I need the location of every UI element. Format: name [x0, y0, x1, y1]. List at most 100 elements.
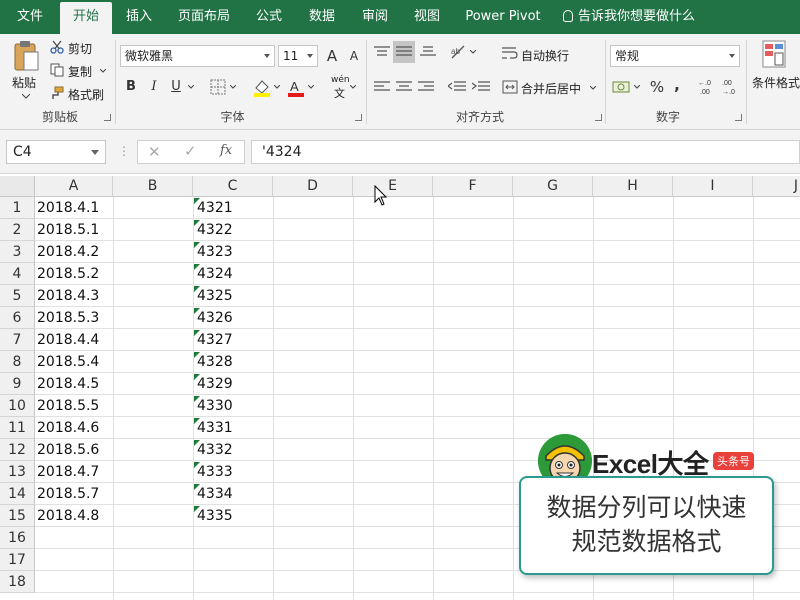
percent-button[interactable]: % — [646, 76, 668, 98]
comma-button[interactable]: , — [666, 74, 688, 96]
cell-a2[interactable]: 2018.5.1 — [35, 219, 99, 241]
row-header[interactable]: 14 — [0, 483, 35, 505]
clipboard-launcher-icon[interactable] — [104, 114, 111, 121]
column-header-c[interactable]: C — [193, 176, 273, 197]
column-header-b[interactable]: B — [113, 176, 193, 197]
cell-a3[interactable]: 2018.4.2 — [35, 241, 99, 263]
enter-icon[interactable]: ✓ — [184, 142, 197, 160]
row-header[interactable]: 17 — [0, 549, 35, 571]
cell-c10[interactable]: 4330 — [195, 395, 233, 417]
row-header[interactable]: 5 — [0, 285, 35, 307]
row-header[interactable]: 18 — [0, 571, 35, 593]
chevron-down-icon[interactable] — [188, 85, 194, 89]
cell-c3[interactable]: 4323 — [195, 241, 233, 263]
cell-a5[interactable]: 2018.4.3 — [35, 285, 99, 307]
align-right-icon[interactable] — [418, 81, 434, 93]
italic-button[interactable]: I — [143, 76, 165, 98]
borders-icon[interactable] — [210, 79, 226, 95]
formula-input[interactable]: '4324 — [251, 140, 800, 164]
chevron-down-icon[interactable] — [350, 85, 356, 89]
cell-c8[interactable]: 4328 — [195, 351, 233, 373]
paste-label[interactable]: 粘贴 — [12, 74, 36, 91]
column-header-i[interactable]: I — [673, 176, 753, 197]
chevron-down-icon[interactable] — [22, 94, 30, 100]
number-format-select[interactable]: 常规 — [610, 45, 740, 67]
cell-a14[interactable]: 2018.5.7 — [35, 483, 99, 505]
cell-a15[interactable]: 2018.4.8 — [35, 505, 99, 527]
column-header-a[interactable]: A — [35, 176, 113, 197]
font-launcher-icon[interactable] — [355, 114, 362, 121]
chevron-down-icon[interactable] — [634, 85, 640, 89]
cell-c4[interactable]: 4324 — [195, 263, 233, 285]
column-header-h[interactable]: H — [593, 176, 673, 197]
increase-indent-icon[interactable] — [472, 81, 490, 93]
select-all-corner[interactable] — [0, 176, 35, 197]
align-center-icon[interactable] — [396, 81, 412, 93]
cell-a11[interactable]: 2018.4.6 — [35, 417, 99, 439]
format-painter-icon[interactable] — [50, 86, 64, 100]
insert-function-icon[interactable]: fx — [220, 143, 232, 158]
cut-label[interactable]: 剪切 — [68, 40, 92, 57]
merge-center-icon[interactable] — [502, 80, 518, 94]
row-header[interactable]: 3 — [0, 241, 35, 263]
tab-view[interactable]: 视图 — [404, 0, 450, 34]
tell-me-box[interactable]: 告诉我你想要做什么 — [563, 0, 695, 34]
font-name-select[interactable]: 微软雅黑 — [120, 45, 275, 67]
cell-c6[interactable]: 4326 — [195, 307, 233, 329]
chevron-down-icon[interactable] — [100, 69, 106, 73]
cell-c7[interactable]: 4327 — [195, 329, 233, 351]
phonetic-wen[interactable]: wén — [331, 75, 350, 85]
cell-a9[interactable]: 2018.4.5 — [35, 373, 99, 395]
row-header[interactable]: 10 — [0, 395, 35, 417]
row-header[interactable]: 2 — [0, 219, 35, 241]
chevron-down-icon[interactable] — [590, 86, 596, 90]
align-top-icon[interactable] — [374, 46, 390, 58]
row-header[interactable]: 4 — [0, 263, 35, 285]
align-middle-button[interactable] — [393, 41, 415, 63]
row-header[interactable]: 12 — [0, 439, 35, 461]
tab-home[interactable]: 开始 — [60, 2, 112, 34]
chevron-down-icon[interactable] — [470, 50, 476, 54]
cell-a10[interactable]: 2018.5.5 — [35, 395, 99, 417]
cell-c9[interactable]: 4329 — [195, 373, 233, 395]
column-header-j[interactable]: J — [753, 176, 800, 197]
wrap-text-icon[interactable] — [502, 46, 518, 60]
copy-label[interactable]: 复制 — [68, 63, 92, 80]
column-header-f[interactable]: F — [433, 176, 513, 197]
row-header[interactable]: 11 — [0, 417, 35, 439]
accounting-format-icon[interactable] — [612, 79, 632, 95]
cell-a13[interactable]: 2018.4.7 — [35, 461, 99, 483]
row-header[interactable]: 16 — [0, 527, 35, 549]
cell-a12[interactable]: 2018.5.6 — [35, 439, 99, 461]
cell-a1[interactable]: 2018.4.1 — [35, 197, 99, 219]
increase-decimal-icon[interactable]: ←.0.00 — [696, 77, 716, 97]
column-header-e[interactable]: E — [353, 176, 433, 197]
copy-icon[interactable] — [50, 63, 64, 77]
row-header[interactable]: 9 — [0, 373, 35, 395]
wrap-text-label[interactable]: 自动换行 — [521, 47, 569, 64]
decrease-decimal-icon[interactable]: .00→.0 — [720, 77, 740, 97]
decrease-indent-icon[interactable] — [448, 81, 466, 93]
cell-a7[interactable]: 2018.4.4 — [35, 329, 99, 351]
tab-page-layout[interactable]: 页面布局 — [168, 0, 240, 34]
cell-c15[interactable]: 4335 — [195, 505, 233, 527]
tab-data[interactable]: 数据 — [298, 0, 346, 34]
tab-insert[interactable]: 插入 — [116, 0, 162, 34]
column-header-d[interactable]: D — [273, 176, 353, 197]
cell-a4[interactable]: 2018.5.2 — [35, 263, 99, 285]
row-header[interactable]: 6 — [0, 307, 35, 329]
row-header[interactable]: 15 — [0, 505, 35, 527]
cell-a6[interactable]: 2018.5.3 — [35, 307, 99, 329]
align-bottom-icon[interactable] — [420, 46, 436, 58]
tab-review[interactable]: 审阅 — [352, 0, 398, 34]
cell-c11[interactable]: 4331 — [195, 417, 233, 439]
align-left-icon[interactable] — [374, 81, 390, 93]
row-header[interactable]: 13 — [0, 461, 35, 483]
tab-file[interactable]: 文件 — [6, 0, 54, 34]
name-box[interactable]: C4 — [6, 140, 106, 164]
font-size-select[interactable]: 11 — [278, 45, 318, 67]
scissors-icon[interactable] — [50, 40, 64, 54]
cell-c13[interactable]: 4333 — [195, 461, 233, 483]
shrink-font-button[interactable]: A — [343, 45, 365, 67]
cell-c5[interactable]: 4325 — [195, 285, 233, 307]
